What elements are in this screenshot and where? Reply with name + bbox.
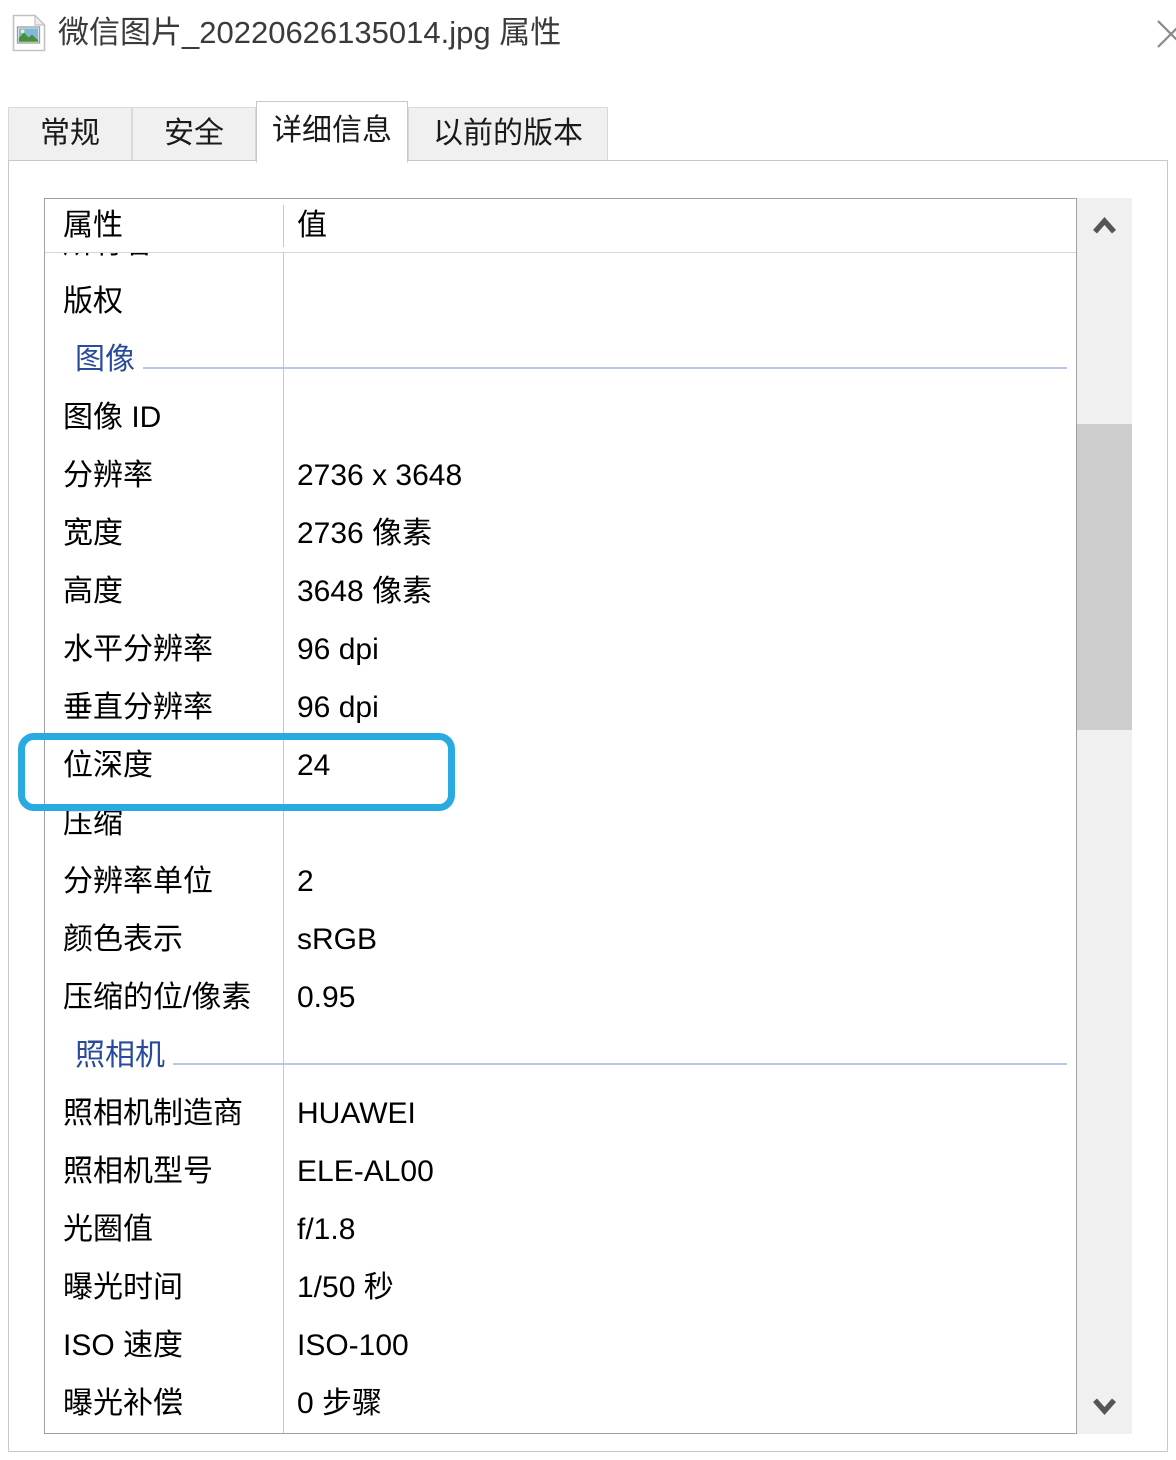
property-name: 水平分辨率 [63,633,213,666]
property-name: 图像 ID [63,401,162,434]
property-name: 版权 [63,285,123,318]
property-value: 1/50 秒 [297,1271,394,1304]
table-row[interactable]: 照相机制造商 HUAWEI [45,1085,1087,1143]
tab-details[interactable]: 详细信息 [256,101,408,163]
table-row-clipped[interactable]: 所有者 [45,253,1087,273]
property-name: 分辨率单位 [63,865,213,898]
property-value: f/1.8 [297,1213,356,1246]
table-row[interactable]: 高度 3648 像素 [45,563,1087,621]
section-label: 图像 [75,331,143,389]
image-file-icon [12,14,46,52]
list-header: 属性 值 [45,199,1131,253]
table-row[interactable]: ISO 速度 ISO-100 [45,1317,1087,1375]
tab-label: 以前的版本 [433,117,583,150]
column-header-value: 值 [297,209,327,242]
property-name: 垂直分辨率 [63,691,213,724]
property-value: HUAWEI [297,1097,416,1130]
section-header-row: 图像 [45,331,1087,389]
column-divider[interactable] [283,205,284,247]
property-value: 96 dpi [297,633,379,666]
property-name: 位深度 [63,749,153,782]
property-name: ISO 速度 [63,1329,184,1362]
property-name: 所有者 [63,253,281,273]
table-row[interactable]: 照相机型号 ELE-AL00 [45,1143,1087,1201]
property-value: 24 [297,749,331,782]
property-name: 压缩 [63,807,123,840]
section-header-row: 照相机 [45,1027,1087,1085]
tab-label: 安全 [164,117,224,150]
table-row[interactable]: 图像 ID [45,389,1087,447]
chevron-down-icon[interactable] [1077,1380,1132,1434]
property-name: 照相机制造商 [63,1097,243,1130]
section-rule [75,1063,1067,1065]
tab-label: 常规 [40,117,100,150]
vertical-scrollbar[interactable] [1076,198,1132,1434]
property-value: 3648 像素 [297,575,433,608]
tab-label: 详细信息 [272,114,392,147]
chevron-up-icon[interactable] [1077,198,1132,252]
tab-general[interactable]: 常规 [8,107,132,161]
table-row[interactable]: 曝光时间 1/50 秒 [45,1259,1087,1317]
property-name: 颜色表示 [63,923,183,956]
tab-previous-versions[interactable]: 以前的版本 [408,107,608,161]
close-icon[interactable] [1140,8,1176,56]
property-value: 2736 x 3648 [297,459,463,492]
property-value: sRGB [297,923,378,956]
property-value: ELE-AL00 [297,1155,434,1188]
section-rule [75,367,1067,369]
property-value: ISO-100 [297,1329,409,1362]
tab-strip: 常规 安全 详细信息 以前的版本 [8,101,1168,163]
tab-security[interactable]: 安全 [132,107,256,161]
property-name: 宽度 [63,517,123,550]
property-value: 96 dpi [297,691,379,724]
table-row[interactable]: 分辨率 2736 x 3648 [45,447,1087,505]
title-bar: 微信图片_20220626135014.jpg 属性 [0,0,1176,68]
table-row[interactable]: 水平分辨率 96 dpi [45,621,1087,679]
column-header-property: 属性 [63,209,123,242]
property-value: 2 [297,865,314,898]
property-name: 高度 [63,575,123,608]
table-row[interactable]: 压缩的位/像素 0.95 [45,969,1087,1027]
property-name: 照相机型号 [63,1155,213,1188]
table-row[interactable]: 版权 [45,273,1087,331]
window-title: 微信图片_20220626135014.jpg 属性 [58,15,562,50]
table-row[interactable]: 颜色表示 sRGB [45,911,1087,969]
table-row[interactable]: 光圈值 f/1.8 [45,1201,1087,1259]
property-value: 0 步骤 [297,1387,383,1420]
table-row[interactable]: 曝光补偿 0 步骤 [45,1375,1087,1433]
scrollbar-thumb[interactable] [1077,424,1132,730]
table-row[interactable]: 宽度 2736 像素 [45,505,1087,563]
table-row[interactable]: 分辨率单位 2 [45,853,1087,911]
section-label: 照相机 [75,1027,173,1085]
property-value: 0.95 [297,981,356,1014]
table-row[interactable]: 压缩 [45,795,1087,853]
property-list[interactable]: 属性 值 所有者版权图像图像 ID 分辨率 2736 x 3648 宽度 2736 像素… [44,198,1132,1434]
property-rows: 所有者版权图像图像 ID 分辨率 2736 x 3648 宽度 2736 像素高度 364… [45,253,1087,1433]
property-name: 光圈值 [63,1213,153,1246]
property-name: 分辨率 [63,459,153,492]
property-name: 压缩的位/像素 [63,981,252,1014]
property-name: 曝光时间 [63,1271,183,1304]
property-name: 曝光补偿 [63,1387,183,1420]
table-row[interactable]: 垂直分辨率 96 dpi [45,679,1087,737]
table-row[interactable]: 位深度 24 [45,737,1087,795]
property-value: 2736 像素 [297,517,433,550]
